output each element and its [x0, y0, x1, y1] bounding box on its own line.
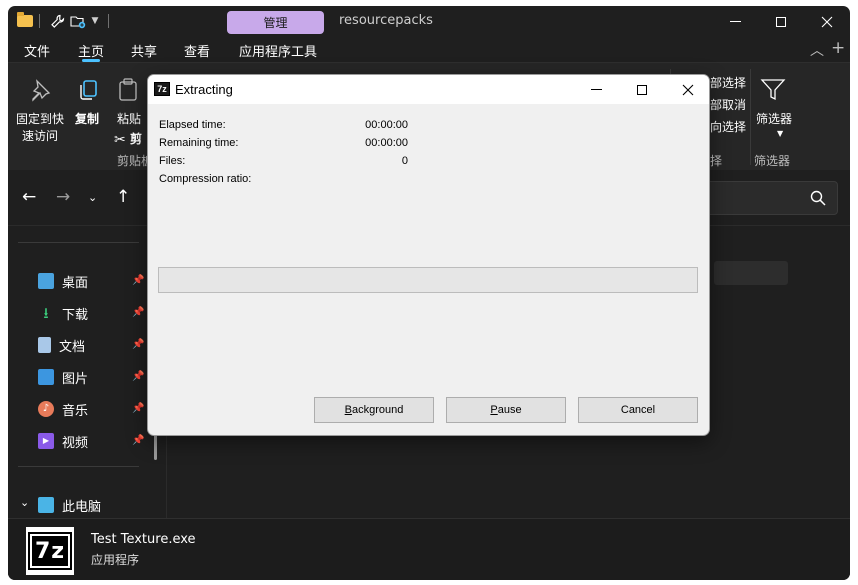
pin-icon[interactable]: 📌: [132, 307, 144, 318]
document-icon: [38, 337, 51, 353]
video-icon: ▶: [38, 433, 54, 449]
filter-button[interactable]: 筛选器: [754, 111, 794, 128]
download-icon: ⭳: [43, 303, 49, 322]
pin-icon[interactable]: 📌: [132, 275, 144, 286]
extraction-progress-bar: [158, 267, 698, 293]
files-label: Files:: [159, 155, 186, 167]
dialog-title-bar: 7z Extracting: [148, 75, 709, 104]
navigation-pane: 桌面 📌 ⭳ 下载 📌 文档 📌 图片 📌 ♪ 音乐 📌 ▶ 视频 📌 ⌄ 此电…: [8, 226, 166, 518]
maximize-button[interactable]: [758, 6, 804, 38]
expand-chevron-icon[interactable]: ⌄: [20, 496, 29, 509]
pin-icon: [28, 78, 52, 106]
sidebar-item-label: 桌面: [62, 275, 89, 291]
sidebar-item-label: 图片: [62, 371, 89, 387]
pin-icon[interactable]: 📌: [132, 339, 144, 350]
details-bar: 7z Test Texture.exe 应用程序: [8, 518, 850, 580]
pause-button[interactable]: Pause: [446, 397, 566, 423]
elapsed-time-label: Elapsed time:: [159, 119, 226, 131]
dialog-minimize-button[interactable]: [573, 75, 619, 104]
remaining-time-value: 00:00:00: [365, 137, 408, 149]
maximize-icon: [776, 17, 786, 27]
pin-icon[interactable]: 📌: [132, 371, 144, 382]
files-value: 0: [401, 155, 408, 167]
properties-icon[interactable]: [48, 12, 66, 30]
sidebar-item-label: 音乐: [62, 403, 89, 419]
scissors-icon: ✂: [114, 132, 126, 148]
customize-quick-access-chevron-icon[interactable]: ▼: [89, 12, 101, 30]
paste-icon: [118, 78, 140, 106]
collapse-ribbon-chevron-icon[interactable]: ︿: [810, 40, 824, 60]
window-title: resourcepacks: [339, 13, 433, 28]
quick-access-divider: [39, 14, 40, 28]
cut-button[interactable]: 剪: [130, 131, 142, 148]
compression-ratio-label: Compression ratio:: [159, 173, 252, 185]
maximize-icon: [637, 84, 647, 95]
ribbon-divider: [750, 69, 751, 165]
copy-icon: [76, 78, 100, 106]
close-icon: [682, 84, 694, 95]
cancel-button[interactable]: Cancel: [578, 397, 698, 423]
sidebar-item-label: 视频: [62, 435, 89, 451]
filter-icon: [760, 77, 786, 107]
up-arrow-icon[interactable]: ↑: [116, 187, 130, 207]
sidebar-item-this-pc[interactable]: 此电脑: [38, 492, 148, 518]
divider: [18, 242, 139, 243]
7zip-app-icon: 7z: [154, 82, 170, 96]
list-item[interactable]: [714, 261, 788, 285]
tab-share[interactable]: 共享: [131, 41, 157, 60]
ribbon-tab-strip: 文件 主页 共享 查看 应用程序工具 ︿ +: [8, 38, 850, 62]
computer-icon: [38, 497, 54, 513]
paste-button[interactable]: 粘贴: [114, 111, 144, 128]
close-icon: [821, 16, 833, 28]
elapsed-time-value: 00:00:00: [365, 119, 408, 131]
tab-view[interactable]: 查看: [184, 41, 210, 60]
copy-button[interactable]: 复制: [72, 111, 102, 128]
recent-locations-chevron-icon[interactable]: ⌄: [88, 191, 97, 204]
folder-icon: [15, 12, 35, 30]
pin-icon[interactable]: 📌: [132, 435, 144, 446]
divider: [18, 466, 139, 467]
sidebar-item-label: 文档: [59, 339, 86, 355]
manage-context-tab[interactable]: 管理: [227, 11, 324, 34]
back-arrow-icon[interactable]: ←: [22, 187, 36, 207]
dialog-close-button[interactable]: [665, 75, 709, 104]
tab-application-tools[interactable]: 应用程序工具: [239, 41, 317, 60]
pin-to-quick-access-button[interactable]: 固定到快速访问: [15, 111, 65, 145]
filter-chevron-icon: ▼: [777, 129, 784, 138]
title-bar: ▼ 管理 resourcepacks: [8, 6, 850, 38]
sidebar-item-label: 此电脑: [62, 499, 102, 515]
extracting-dialog: 7z Extracting Elapsed time: 00:00:00 Rem…: [147, 74, 710, 436]
forward-arrow-icon[interactable]: →: [56, 187, 70, 207]
music-icon: ♪: [38, 401, 54, 417]
selected-file-type: 应用程序: [91, 553, 140, 567]
dialog-maximize-button[interactable]: [619, 75, 665, 104]
background-button[interactable]: Background: [314, 397, 434, 423]
selected-file-name: Test Texture.exe: [91, 532, 196, 547]
pictures-icon: [38, 369, 54, 385]
add-icon[interactable]: +: [831, 38, 845, 58]
tab-home[interactable]: 主页: [78, 41, 104, 60]
tab-file[interactable]: 文件: [24, 41, 50, 60]
filter-group-label: 筛选器: [754, 154, 791, 168]
close-button[interactable]: [804, 6, 850, 38]
search-input[interactable]: [696, 181, 838, 215]
desktop-icon: [38, 273, 54, 289]
pin-icon[interactable]: 📌: [132, 403, 144, 414]
remaining-time-label: Remaining time:: [159, 137, 239, 149]
new-folder-icon[interactable]: [69, 12, 87, 30]
quick-access-divider: [108, 14, 109, 28]
minimize-button[interactable]: [712, 6, 758, 38]
search-icon: [810, 190, 826, 206]
7zip-file-icon: 7z: [26, 527, 74, 575]
dialog-title: Extracting: [175, 82, 233, 97]
sidebar-item-label: 下载: [62, 307, 89, 323]
